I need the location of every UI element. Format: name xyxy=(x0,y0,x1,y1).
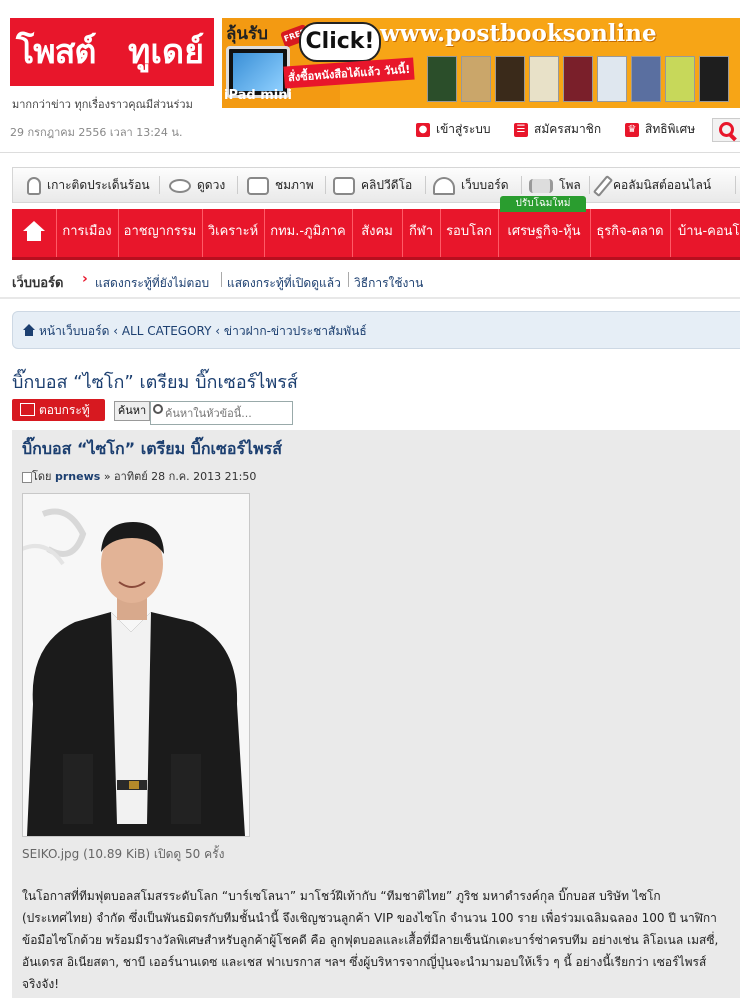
link-separator xyxy=(348,272,349,287)
header-divider xyxy=(0,152,740,153)
register-label: สมัครสมาชิก xyxy=(534,122,602,136)
video-icon xyxy=(333,176,355,195)
camera-icon xyxy=(247,176,269,195)
nav-home-condo[interactable]: บ้าน-คอนโด xyxy=(670,209,740,257)
nav-bangkok-regions[interactable]: กทม.-ภูมิภาค xyxy=(264,209,352,257)
register-link[interactable]: ☰ สมัครสมาชิก xyxy=(514,120,601,139)
topic-search-input[interactable] xyxy=(150,401,293,425)
viewed-topics-link[interactable]: แสดงกระทู้ที่เปิดดูแล้ว xyxy=(227,274,341,293)
how-to-use-link[interactable]: วิธีการใช้งาน xyxy=(354,274,423,293)
nav-business-market[interactable]: ธุรกิจ-ตลาด xyxy=(590,209,670,257)
lock-icon: ● xyxy=(416,122,430,137)
breadcrumb-separator: ‹ xyxy=(113,324,122,338)
reply-button[interactable]: ตอบกระทู้ xyxy=(12,399,105,421)
nav-analysis[interactable]: วิเคราะห์ xyxy=(202,209,264,257)
banner-lun-rub: ลุ้นรับ xyxy=(226,24,268,44)
webboard-icon xyxy=(433,176,455,195)
secondary-nav: เกาะติดประเด็นร้อน ดูดวง ชมภาพ คลิปวีดีโ… xyxy=(12,167,740,203)
nav-poll-label: โพล xyxy=(559,178,581,192)
banner-ipad-label: iPad mini xyxy=(224,88,292,103)
home-icon xyxy=(23,324,35,336)
logo-text-post: โพสต์ xyxy=(16,32,97,72)
post-icon xyxy=(22,471,32,483)
nav-world[interactable]: รอบโลก xyxy=(440,209,498,257)
site-tagline: มากกว่าข่าว ทุกเรื่องราวคุณมีส่วนร่วม xyxy=(12,98,193,111)
nav-sports[interactable]: กีฬา xyxy=(402,209,440,257)
nav-video-clips-label: คลิปวีดีโอ xyxy=(361,178,413,192)
eye-icon xyxy=(169,178,191,193)
attachment-info: SEIKO.jpg (10.89 KiB) เปิดดู 50 ครั้ง xyxy=(22,847,225,861)
breadcrumb-all-category[interactable]: ALL CATEGORY xyxy=(122,324,212,338)
nav-webboard-label: เว็บบอร์ด xyxy=(461,178,509,192)
post-author-link[interactable]: prnews xyxy=(55,470,100,483)
chevron-right-icon: › xyxy=(82,271,88,287)
site-search-button[interactable] xyxy=(712,118,740,142)
home-icon xyxy=(23,221,45,231)
webboard-title: เว็บบอร์ด xyxy=(12,276,64,291)
login-link[interactable]: ● เข้าสู่ระบบ xyxy=(416,120,491,139)
poll-icon xyxy=(529,178,553,193)
crown-icon: ♛ xyxy=(625,122,639,137)
banner-books-image xyxy=(427,50,740,108)
privileges-link[interactable]: ♛ สิทธิพิเศษ xyxy=(625,120,695,139)
nav-politics[interactable]: การเมือง xyxy=(56,209,118,257)
nav-video-clips[interactable]: คลิปวีดีโอ xyxy=(333,168,412,202)
nav-society[interactable]: สังคม xyxy=(352,209,402,257)
post-body: ในโอกาสที่ทีมฟุตบอลสโมสรระดับโลก “บาร์เซ… xyxy=(22,889,719,991)
update-badge: ปรับโฉมใหม่ xyxy=(500,196,586,212)
webboard-divider xyxy=(0,297,740,299)
form-icon: ☰ xyxy=(514,122,528,137)
nav-photos[interactable]: ชมภาพ xyxy=(247,168,314,202)
topic-search-button[interactable]: ค้นหา xyxy=(114,401,150,421)
breadcrumb-separator: ‹ xyxy=(215,324,224,338)
breadcrumb: หน้าเว็บบอร์ด ‹ ALL CATEGORY ‹ ข่าวฝาก-ข… xyxy=(12,311,740,349)
executive-portrait-image xyxy=(23,494,249,836)
pen-icon xyxy=(592,174,614,197)
breadcrumb-home[interactable]: หน้าเว็บบอร์ด xyxy=(39,324,109,338)
unanswered-topics-link[interactable]: แสดงกระทู้ที่ยังไม่ตอบ xyxy=(95,274,209,293)
post-date: » อาทิตย์ 28 ก.ค. 2013 21:50 xyxy=(103,470,257,483)
post-meta: โดย prnews » อาทิตย์ 28 ก.ค. 2013 21:50 xyxy=(22,467,256,485)
nav-crime[interactable]: อาชญากรรม xyxy=(118,209,202,257)
post-by-label: โดย xyxy=(32,470,52,483)
nav-online-columnists[interactable]: คอลัมนิสต์ออนไลน์ xyxy=(592,168,712,202)
nav-economy-stocks[interactable]: เศรษฐกิจ-หุ้น xyxy=(498,209,590,257)
post-title[interactable]: บิ๊กบอส “ไซโก” เตรียม บิ๊กเซอร์ไพรส์ xyxy=(22,437,282,462)
nav-horoscope[interactable]: ดูดวง xyxy=(169,168,225,202)
nav-webboard[interactable]: เว็บบอร์ด xyxy=(433,168,509,202)
nav-home-button[interactable] xyxy=(12,209,56,257)
banner-click-bubble: Click! xyxy=(299,22,381,62)
ad-banner[interactable]: ลุ้นรับ FREE iPad mini Click! สั่งซื้อหน… xyxy=(222,18,740,108)
fire-icon xyxy=(27,176,41,195)
posttoday-logo[interactable]: โพสต์ ทูเดย์ xyxy=(10,18,214,86)
reply-label: ตอบกระทู้ xyxy=(39,403,90,417)
current-datetime: 29 กรกฎาคม 2556 เวลา 13:24 น. xyxy=(10,126,183,139)
nav-horoscope-label: ดูดวง xyxy=(197,178,226,192)
banner-url: www.postbooksonline xyxy=(380,20,657,47)
post-attachment-photo[interactable] xyxy=(22,493,250,837)
logo-text-today: ทูเดย์ xyxy=(128,24,205,78)
reply-icon xyxy=(20,403,35,416)
nav-hot-issues[interactable]: เกาะติดประเด็นร้อน xyxy=(27,168,150,202)
topic-title[interactable]: บิ๊กบอส “ไซโก” เตรียม บิ๊กเซอร์ไพรส์ xyxy=(12,367,298,396)
search-icon xyxy=(153,404,163,414)
nav-photos-label: ชมภาพ xyxy=(275,178,314,192)
nav-online-columnists-label: คอลัมนิสต์ออนไลน์ xyxy=(613,178,712,192)
nav-hot-issues-label: เกาะติดประเด็นร้อน xyxy=(47,178,150,192)
main-category-nav: การเมือง อาชญากรรม วิเคราะห์ กทม.-ภูมิภา… xyxy=(12,209,740,260)
breadcrumb-pr-news[interactable]: ข่าวฝาก-ข่าวประชาสัมพันธ์ xyxy=(224,324,367,338)
login-label: เข้าสู่ระบบ xyxy=(436,122,491,136)
privileges-label: สิทธิพิเศษ xyxy=(645,122,696,136)
link-separator xyxy=(221,272,222,287)
